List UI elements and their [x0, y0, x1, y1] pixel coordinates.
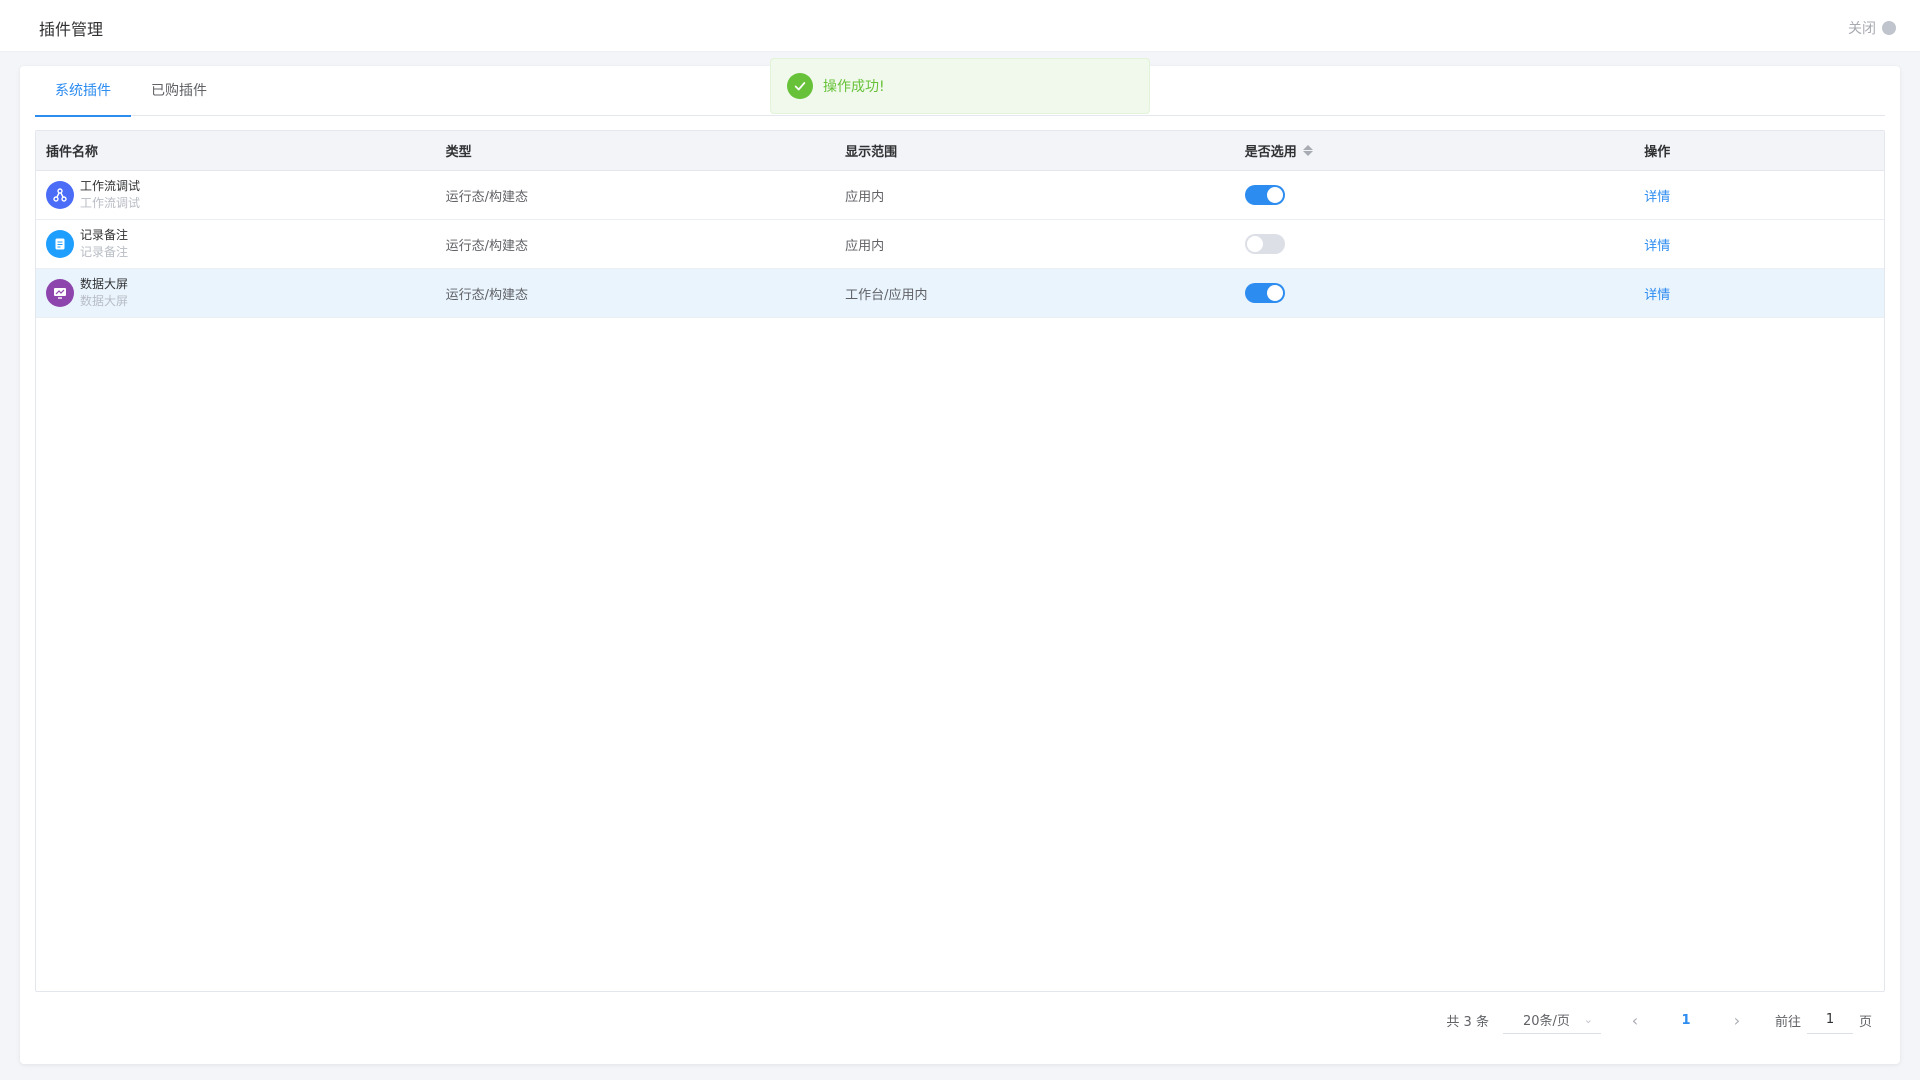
plugin-type: 运行态/构建态 [445, 189, 528, 205]
column-header-enabled[interactable]: 是否选用 [1235, 141, 1635, 160]
column-header-name: 插件名称 [46, 145, 99, 160]
goto-label: 前往 [1774, 1014, 1801, 1030]
prev-page-icon[interactable]: ‹ [1623, 1011, 1647, 1030]
toast-message: 操作成功! [823, 79, 885, 95]
plugin-name: 记录备注 [80, 228, 129, 242]
enable-toggle[interactable] [1244, 185, 1285, 205]
page-title: 插件管理 [39, 20, 104, 39]
plugin-card: 系统插件 已购插件 插件名称 类型 显示范围 是否选用 操作 工作流调试 工作流… [20, 66, 1900, 1064]
plugin-name: 工作流调试 [80, 179, 141, 193]
tab-system-plugins[interactable]: 系统插件 [35, 66, 131, 117]
plugin-name-cell: 记录备注 记录备注 [36, 227, 436, 261]
table-row: 记录备注 记录备注 运行态/构建态 应用内 详情 [36, 220, 1884, 269]
page-number[interactable]: 1 [1671, 1013, 1701, 1028]
goto-page-input[interactable] [1806, 1006, 1853, 1034]
close-button[interactable]: 关闭 [1848, 18, 1896, 38]
plugin-subname: 数据大屏 [80, 294, 129, 308]
page-suffix: 页 [1858, 1014, 1872, 1030]
page-size-value: 20条/页 [1522, 1014, 1570, 1029]
table-row: 数据大屏 数据大屏 运行态/构建态 工作台/应用内 详情 [36, 269, 1884, 318]
details-link[interactable]: 详情 [1644, 239, 1670, 254]
success-toast: 操作成功! [770, 58, 1150, 114]
dashboard-icon [46, 279, 74, 307]
close-label: 关闭 [1848, 21, 1876, 37]
pagination: 共 3 条 20条/页 ⌄ ‹ 1 › 前往 页 [1446, 1006, 1872, 1034]
details-link[interactable]: 详情 [1644, 288, 1670, 303]
enable-toggle[interactable] [1244, 283, 1285, 303]
plugin-type: 运行态/构建态 [445, 238, 528, 254]
plugin-table: 插件名称 类型 显示范围 是否选用 操作 工作流调试 工作流调试 运行态/构建态… [35, 130, 1885, 992]
plugin-subname: 工作流调试 [80, 196, 141, 210]
column-header-type: 类型 [445, 145, 472, 160]
tab-purchased-plugins[interactable]: 已购插件 [131, 66, 227, 116]
plugin-scope: 应用内 [845, 238, 885, 254]
top-bar: 插件管理 关闭 [0, 0, 1920, 52]
close-icon [1882, 21, 1896, 35]
enable-toggle[interactable] [1244, 234, 1285, 254]
details-link[interactable]: 详情 [1644, 190, 1670, 205]
workflow-icon [46, 181, 74, 209]
table-row: 工作流调试 工作流调试 运行态/构建态 应用内 详情 [36, 171, 1884, 220]
plugin-type: 运行态/构建态 [445, 287, 528, 303]
check-icon [787, 73, 813, 99]
sort-icon[interactable] [1302, 145, 1313, 156]
page-size-select[interactable]: 20条/页 ⌄ [1502, 1006, 1601, 1034]
column-header-action: 操作 [1644, 145, 1671, 160]
table-header: 插件名称 类型 显示范围 是否选用 操作 [36, 131, 1884, 171]
plugin-subname: 记录备注 [80, 245, 129, 259]
total-count: 共 3 条 [1446, 1014, 1489, 1030]
next-page-icon[interactable]: › [1725, 1011, 1749, 1030]
plugin-name-cell: 数据大屏 数据大屏 [36, 276, 436, 310]
column-header-scope: 显示范围 [845, 145, 898, 160]
plugin-scope: 工作台/应用内 [845, 287, 928, 303]
chevron-down-icon: ⌄ [1583, 1013, 1593, 1026]
column-header-enabled-label: 是否选用 [1244, 145, 1297, 160]
note-icon [46, 230, 74, 258]
plugin-name: 数据大屏 [80, 277, 129, 291]
plugin-scope: 应用内 [845, 189, 885, 205]
plugin-name-cell: 工作流调试 工作流调试 [36, 178, 436, 212]
